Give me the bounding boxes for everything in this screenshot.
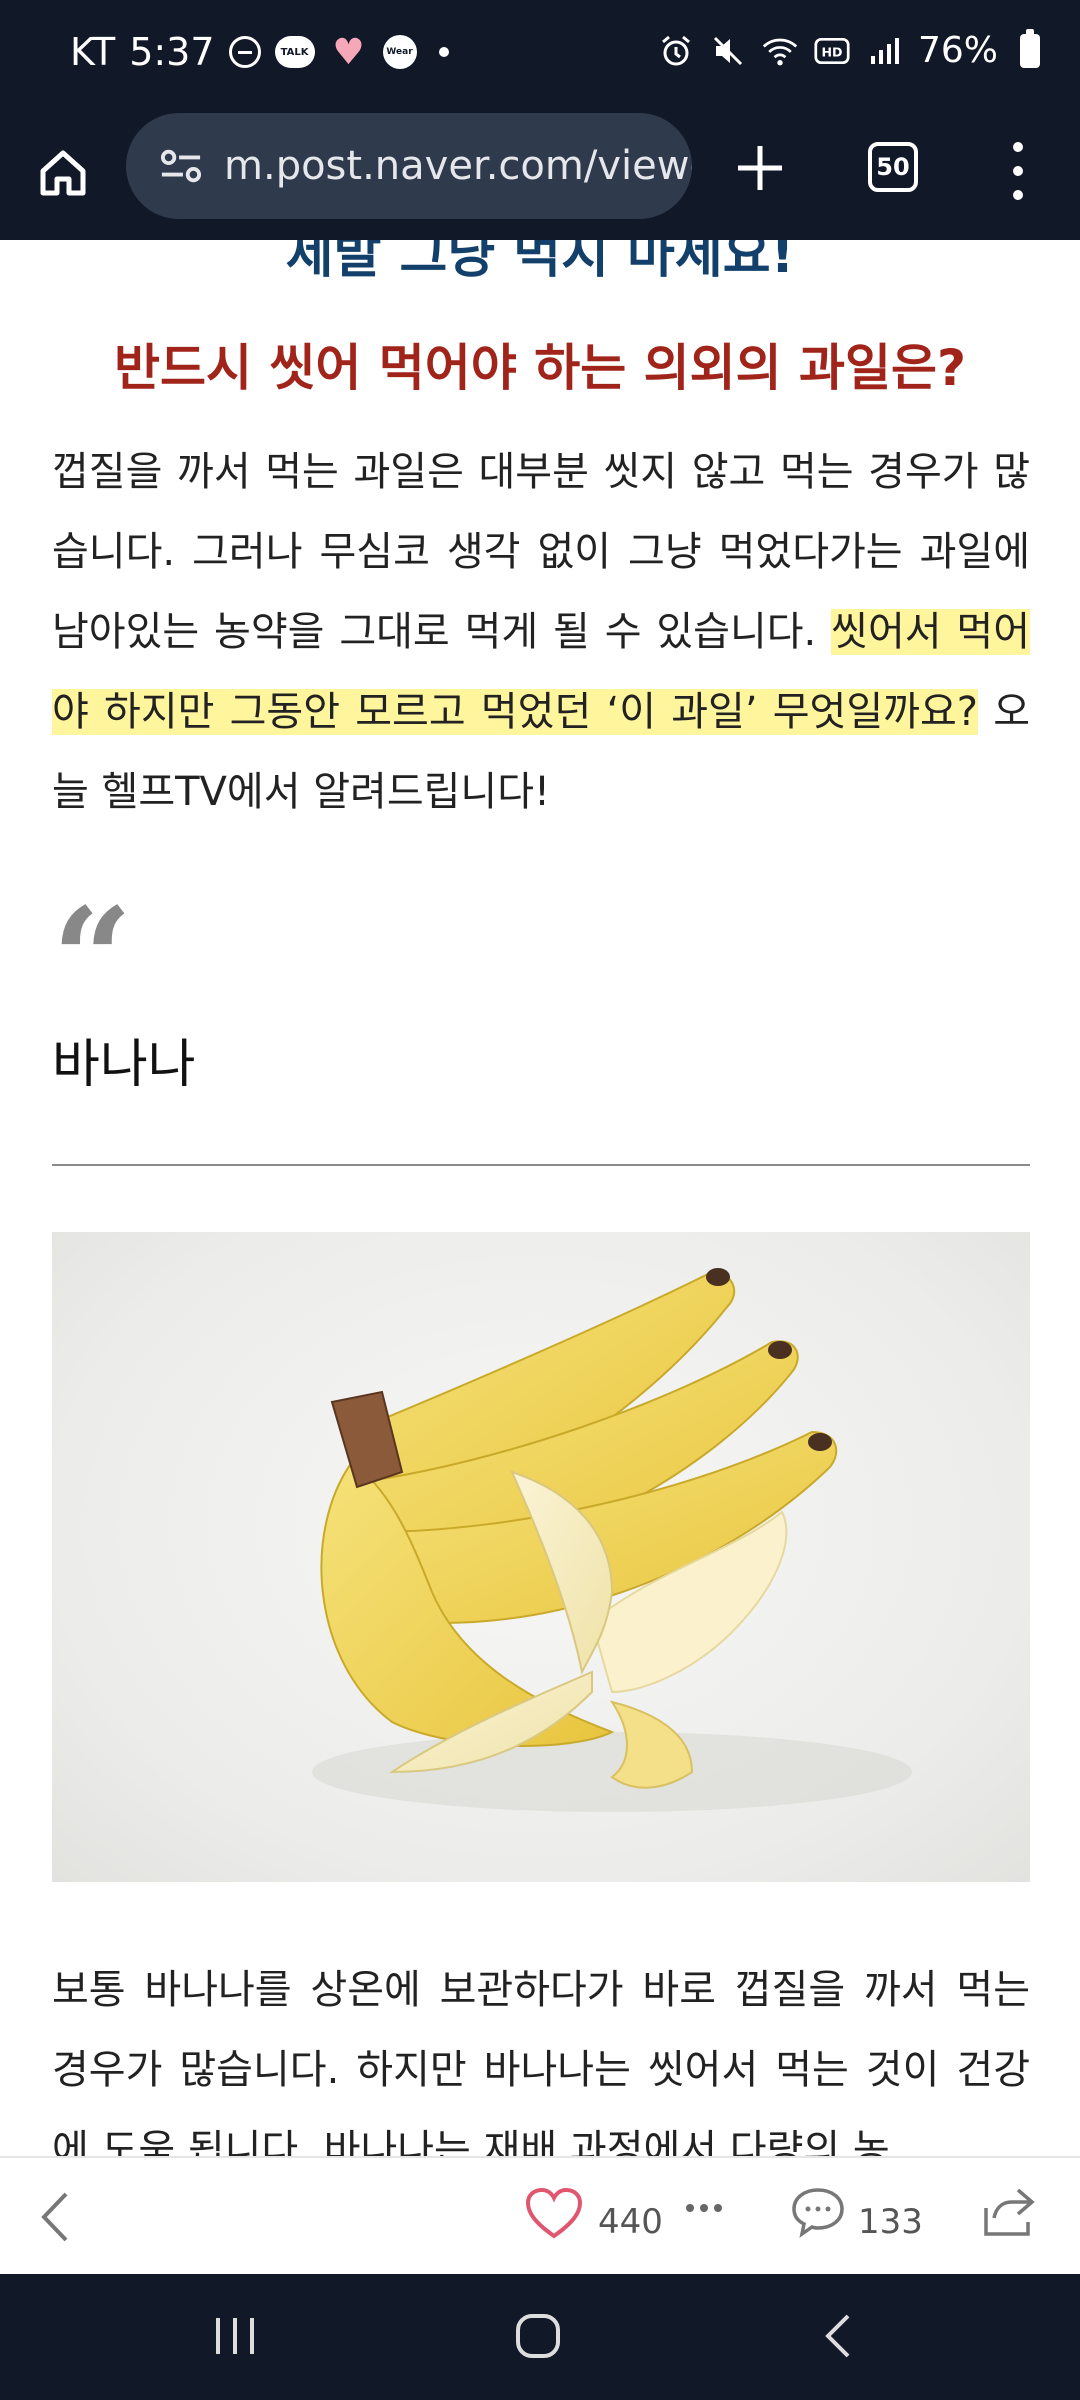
section-title: 바나나 xyxy=(52,1035,196,1095)
battery-icon xyxy=(1020,28,1040,68)
system-navigation-bar xyxy=(0,2274,1080,2400)
like-button[interactable] xyxy=(524,2186,584,2242)
browser-toolbar: m.post.naver.com/viewe 50 xyxy=(0,108,1080,240)
clock: 5:37 xyxy=(129,30,215,74)
share-icon xyxy=(984,2188,1035,2236)
do-not-disturb-icon xyxy=(228,36,261,68)
nav-back-icon xyxy=(825,2314,850,2358)
quote-mark-icon: “ xyxy=(52,890,133,990)
alarm-icon xyxy=(658,33,694,69)
status-left: KT 5:37 TALK ♥ Wear xyxy=(70,30,449,74)
article-content[interactable]: 제발 그냥 먹지 마세요! 반드시 씻어 먹어야 하는 의외의 과일은? 껍질을… xyxy=(0,240,1080,2156)
headline-secondary: 반드시 씻어 먹어야 하는 의외의 과일은? xyxy=(113,339,967,397)
nav-home-icon xyxy=(516,2314,560,2358)
tab-switcher-button[interactable]: 50 xyxy=(868,142,918,192)
post-action-bar: 440 133 xyxy=(0,2156,1080,2274)
more-vert-icon[interactable] xyxy=(1000,136,1036,206)
battery-percent: 76% xyxy=(917,30,998,71)
back-button[interactable] xyxy=(30,2182,80,2252)
signal-icon xyxy=(866,33,902,69)
wear-icon: Wear xyxy=(382,35,417,69)
heart-outline-icon xyxy=(525,2187,583,2239)
mute-icon xyxy=(710,33,746,69)
carrier-label: KT xyxy=(70,30,116,74)
status-bar: KT 5:37 TALK ♥ Wear HD 76% xyxy=(0,0,1080,108)
body-paragraph: 보통 바나나를 상온에 보관하다가 바로 껍질을 까서 먹는 경우가 많습니다.… xyxy=(52,1967,1030,2156)
home-button[interactable] xyxy=(28,138,98,208)
more-dots-icon[interactable] xyxy=(686,2198,730,2218)
intro-paragraph: 껍질을 까서 먹는 과일은 대부분 씻지 않고 먹는 경우가 많습니다. 그러나… xyxy=(52,432,1030,832)
nav-home-button[interactable] xyxy=(512,2310,564,2362)
url-text: m.post.naver.com/viewe xyxy=(224,143,692,189)
tune-icon[interactable] xyxy=(160,148,202,184)
like-count: 440 xyxy=(598,2202,663,2242)
comment-button[interactable] xyxy=(790,2184,846,2240)
home-icon xyxy=(40,150,86,196)
headline-primary: 제발 그냥 먹지 마세요! xyxy=(285,240,795,285)
recents-icon xyxy=(216,2318,254,2354)
hd-voice-icon: HD xyxy=(814,33,850,69)
banana-illustration xyxy=(312,1268,912,1812)
dot-icon xyxy=(438,47,449,57)
comment-icon xyxy=(792,2188,844,2238)
comment-count: 133 xyxy=(858,2202,923,2242)
status-right: HD 76% xyxy=(658,28,1040,71)
banana-photo[interactable] xyxy=(52,1232,1030,1882)
divider xyxy=(52,1164,1030,1166)
share-button[interactable] xyxy=(978,2184,1038,2240)
plus-icon xyxy=(738,146,782,190)
svg-text:HD: HD xyxy=(821,44,842,59)
address-bar[interactable]: m.post.naver.com/viewe xyxy=(126,113,692,219)
new-tab-button[interactable] xyxy=(724,132,796,204)
kakaotalk-icon: TALK xyxy=(274,36,315,68)
nav-back-button[interactable] xyxy=(818,2310,858,2362)
chevron-left-icon xyxy=(41,2192,68,2242)
recents-button[interactable] xyxy=(210,2314,260,2358)
wifi-icon xyxy=(762,33,798,69)
heart-icon: ♥ xyxy=(332,31,365,73)
